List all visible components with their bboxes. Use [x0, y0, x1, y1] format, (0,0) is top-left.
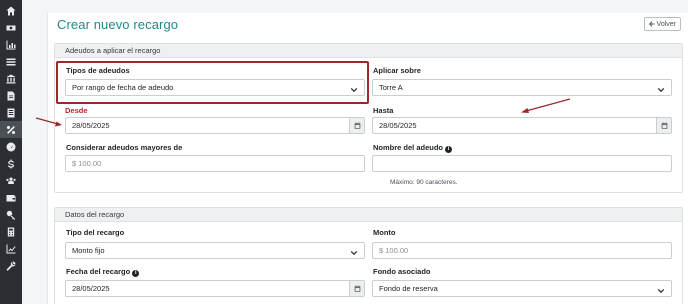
- main-panel: Crear nuevo recargo Volver Adeudos a apl…: [47, 13, 688, 304]
- tipo-recargo-select[interactable]: Monto fijo: [65, 242, 365, 259]
- receipt-icon: [7, 108, 15, 117]
- sidebar-item-money[interactable]: [0, 19, 22, 36]
- gauge-icon: [6, 142, 16, 151]
- wallet-icon: [6, 194, 16, 201]
- page-title: Crear nuevo recargo: [57, 17, 179, 32]
- sidebar-item-percent[interactable]: [0, 121, 22, 138]
- hasta-date-input[interactable]: 28/05/2025: [372, 117, 672, 134]
- sidebar-item-users[interactable]: [0, 172, 22, 189]
- sidebar: [0, 0, 22, 304]
- home-icon: [6, 6, 16, 15]
- desde-value: 28/05/2025: [72, 121, 110, 130]
- sidebar-item-document[interactable]: [0, 87, 22, 104]
- aplicar-sobre-select[interactable]: Torre A: [372, 79, 672, 96]
- desde-date-input[interactable]: 28/05/2025: [65, 117, 365, 134]
- nombre-adeudo-text: Nombre del adeudo: [373, 143, 444, 152]
- back-button-label: Volver: [656, 20, 676, 28]
- dollar-icon: [8, 159, 14, 168]
- hasta-value: 28/05/2025: [379, 121, 417, 130]
- sidebar-item-receipt[interactable]: [0, 104, 22, 121]
- annotation-arrow-right: [521, 98, 571, 113]
- percent-icon: [7, 125, 15, 134]
- hasta-label: Hasta: [373, 106, 394, 115]
- fecha-recargo-text: Fecha del recargo: [66, 267, 131, 276]
- sidebar-item-dollar[interactable]: [0, 155, 22, 172]
- info-icon[interactable]: i: [132, 270, 140, 277]
- monto-input[interactable]: $ 100.00: [372, 242, 672, 259]
- sidebar-item-wrench[interactable]: [0, 257, 22, 274]
- sidebar-item-home[interactable]: [0, 2, 22, 19]
- mayores-label: Considerar adeudos mayores de: [66, 143, 183, 152]
- bank-icon: [6, 74, 16, 83]
- fecha-recargo-label: Fecha del recargo i: [66, 267, 140, 277]
- mayores-input[interactable]: $ 100.00: [65, 155, 365, 172]
- chart-icon: [6, 40, 16, 49]
- chevron-down-icon: [350, 247, 358, 256]
- fondo-asociado-label: Fondo asociado: [373, 267, 431, 276]
- back-button[interactable]: Volver: [643, 17, 681, 31]
- fecha-recargo-date-input[interactable]: 28/05/2025: [65, 280, 365, 297]
- sidebar-item-list[interactable]: [0, 53, 22, 70]
- desde-label: Desde: [65, 106, 88, 115]
- monto-label: Monto: [373, 228, 396, 237]
- sidebar-item-wallet[interactable]: [0, 189, 22, 206]
- calculator-icon: [7, 227, 15, 236]
- calendar-icon[interactable]: [349, 281, 364, 296]
- sidebar-item-key[interactable]: [0, 206, 22, 223]
- sidebar-item-calculator[interactable]: [0, 223, 22, 240]
- info-icon[interactable]: i: [445, 146, 453, 153]
- nombre-adeudo-hint: Máximo: 90 caracteres.: [390, 179, 458, 186]
- nombre-adeudo-label: Nombre del adeudo i: [373, 143, 453, 153]
- users-icon: [6, 177, 16, 184]
- fecha-recargo-value: 28/05/2025: [72, 284, 110, 293]
- aplicar-sobre-value: Torre A: [379, 83, 403, 92]
- money-icon: [6, 25, 16, 30]
- card-datos-title: Datos del recargo: [55, 208, 682, 222]
- calendar-icon[interactable]: [656, 118, 671, 133]
- card-adeudos-title: Adeudos a aplicar el recargo: [55, 44, 682, 58]
- tipo-recargo-value: Monto fijo: [72, 246, 105, 255]
- chevron-down-icon: [657, 84, 665, 93]
- list-icon: [6, 58, 16, 65]
- tipos-adeudos-highlight-box: [56, 61, 369, 104]
- sidebar-item-gauge[interactable]: [0, 138, 22, 155]
- calendar-icon[interactable]: [349, 118, 364, 133]
- sidebar-item-line-chart[interactable]: [0, 240, 22, 257]
- sidebar-item-bank[interactable]: [0, 70, 22, 87]
- arrow-left-icon: [648, 21, 654, 27]
- key-icon: [6, 210, 16, 220]
- tipo-recargo-label: Tipo del recargo: [66, 228, 125, 237]
- annotation-arrow-left: [35, 117, 62, 127]
- fondo-asociado-value: Fondo de reserva: [379, 284, 438, 293]
- sidebar-item-chart[interactable]: [0, 36, 22, 53]
- wrench-icon: [6, 261, 16, 271]
- aplicar-sobre-label: Aplicar sobre: [373, 66, 421, 75]
- document-icon: [7, 91, 15, 100]
- chevron-down-icon: [657, 285, 665, 294]
- fondo-asociado-select[interactable]: Fondo de reserva: [372, 280, 672, 297]
- line-chart-icon: [6, 244, 16, 253]
- card-datos-recargo: Datos del recargo Tipo del recargo Monto…: [54, 207, 683, 304]
- nombre-adeudo-input[interactable]: [372, 155, 672, 172]
